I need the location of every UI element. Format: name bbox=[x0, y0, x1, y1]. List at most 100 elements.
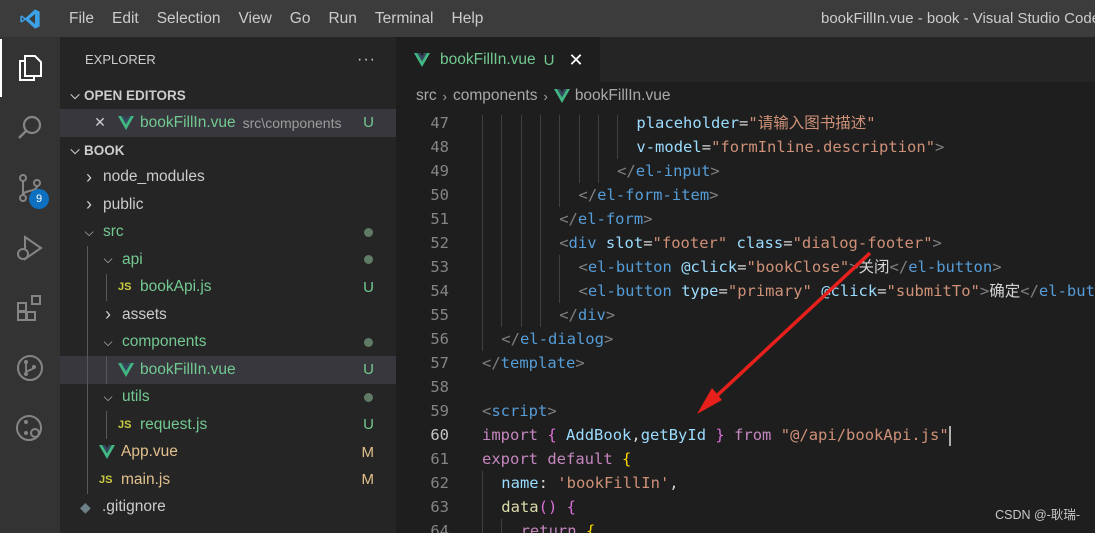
code-token: "dialog-footer" bbox=[792, 234, 933, 252]
tree-item-request-js[interactable]: JS request.js U bbox=[60, 411, 396, 439]
code-token: el-form bbox=[577, 210, 644, 228]
git-status-badge: U bbox=[363, 278, 374, 296]
code-token: </ bbox=[501, 330, 520, 348]
tree-item-utils[interactable]: ⌵ utils bbox=[60, 383, 396, 411]
code-line: 55 </div> bbox=[396, 303, 1095, 327]
menu-go[interactable]: Go bbox=[281, 0, 320, 37]
code-token: > bbox=[547, 402, 557, 420]
tree-item-api[interactable]: ⌵ api bbox=[60, 246, 396, 274]
code-token: </ bbox=[559, 210, 578, 228]
changes-dot-icon bbox=[364, 227, 373, 237]
chevron-down-icon: ⌵ bbox=[70, 142, 80, 157]
code-token: 确定 bbox=[989, 282, 1021, 300]
window-title: bookFillIn.vue - book - Visual Studio Co… bbox=[821, 10, 1095, 27]
code-token: = bbox=[783, 234, 793, 252]
code-token: v-model bbox=[636, 138, 702, 156]
breadcrumb-src[interactable]: src bbox=[416, 87, 437, 105]
code-editor[interactable]: 47 placeholder="请输入图书描述" 48 v-model="formIn… bbox=[396, 115, 1095, 533]
menu-run[interactable]: Run bbox=[319, 0, 365, 37]
line-number: 54 bbox=[430, 282, 449, 300]
menu-terminal[interactable]: Terminal bbox=[366, 0, 443, 37]
js-file-icon: JS bbox=[118, 281, 132, 294]
tree-item-assets[interactable]: › assets bbox=[60, 301, 396, 329]
open-editor-item[interactable]: ✕ bookFillIn.vue src\components U bbox=[60, 109, 396, 137]
code-token: > bbox=[643, 210, 653, 228]
tree-item-bookfillin-vue[interactable]: bookFillIn.vue U bbox=[60, 356, 396, 384]
code-token: AddBook bbox=[566, 426, 632, 444]
tab-bookfillin[interactable]: bookFillIn.vue U ✕ bbox=[396, 37, 600, 82]
chevron-right-icon: › bbox=[86, 194, 92, 215]
line-number: 52 bbox=[430, 234, 449, 252]
breadcrumb-file[interactable]: bookFillIn.vue bbox=[575, 87, 671, 105]
breadcrumb: src › components › bookFillIn.vue bbox=[396, 82, 1095, 110]
code-token: 关闭 bbox=[858, 258, 890, 276]
tree-item--gitignore[interactable]: ◆ .gitignore bbox=[60, 494, 396, 522]
code-line: 54 <el-button type="primary" @click="subm… bbox=[396, 279, 1095, 303]
code-token: > bbox=[710, 162, 720, 180]
menu-view[interactable]: View bbox=[229, 0, 280, 37]
open-editors-section[interactable]: ⌵ OPEN EDITORS bbox=[60, 82, 396, 109]
tree-item-components[interactable]: ⌵ components bbox=[60, 328, 396, 356]
code-token: 'bookFillIn' bbox=[557, 474, 670, 492]
code-token: > bbox=[603, 330, 614, 348]
tree-item-label: utils bbox=[122, 388, 150, 406]
explorer-header: EXPLORER ··· bbox=[60, 37, 396, 82]
remote-icon[interactable] bbox=[0, 399, 60, 457]
tree-item-node-modules[interactable]: › node_modules bbox=[60, 164, 396, 192]
tree-item-main-js[interactable]: JS main.js M bbox=[60, 466, 396, 494]
code-line: 49 </el-input> bbox=[396, 159, 1095, 183]
workspace-section[interactable]: ⌵ BOOK bbox=[60, 137, 396, 164]
tree-item-src[interactable]: ⌵ src bbox=[60, 219, 396, 247]
code-text: <div slot="footer" class="dialog-footer"… bbox=[559, 231, 942, 255]
code-line: 56 </el-dialog> bbox=[396, 327, 1095, 351]
breadcrumb-components[interactable]: components bbox=[453, 87, 537, 105]
extensions-icon[interactable] bbox=[0, 279, 60, 337]
tree-item-bookapi-js[interactable]: JS bookApi.js U bbox=[60, 273, 396, 301]
chevron-right-icon: › bbox=[543, 88, 548, 104]
menu-file[interactable]: File bbox=[60, 0, 103, 37]
code-line: 61 export default { bbox=[396, 447, 1095, 471]
code-line: 47 placeholder="请输入图书描述" bbox=[396, 115, 1095, 135]
vue-file-icon bbox=[99, 444, 121, 460]
menu-edit[interactable]: Edit bbox=[103, 0, 148, 37]
explorer-icon[interactable] bbox=[0, 39, 60, 97]
code-token: div bbox=[568, 234, 597, 252]
code-token: "footer" bbox=[652, 234, 728, 252]
chevron-down-icon: ⌵ bbox=[70, 88, 80, 102]
search-icon[interactable] bbox=[0, 99, 60, 157]
code-token: </ bbox=[559, 306, 578, 324]
code-text: <script> bbox=[482, 399, 557, 423]
close-icon[interactable]: ✕ bbox=[92, 114, 108, 131]
line-number: 64 bbox=[430, 522, 449, 533]
code-token: el-button bbox=[587, 282, 672, 300]
code-token: > bbox=[992, 258, 1002, 276]
code-token: { bbox=[566, 498, 576, 516]
menu-help[interactable]: Help bbox=[443, 0, 493, 37]
tree-item-label: public bbox=[103, 195, 144, 213]
code-token: { bbox=[622, 450, 632, 468]
code-token: < bbox=[559, 234, 569, 252]
tree-item-public[interactable]: › public bbox=[60, 191, 396, 219]
git-graph-icon[interactable] bbox=[0, 339, 60, 397]
more-actions-icon[interactable]: ··· bbox=[357, 51, 376, 69]
code-token: , bbox=[669, 474, 679, 492]
line-number: 56 bbox=[430, 330, 449, 348]
vscode-window: File Edit Selection View Go Run Terminal Help b… bbox=[0, 0, 1095, 533]
line-number: 62 bbox=[430, 474, 449, 492]
menu-selection[interactable]: Selection bbox=[148, 0, 230, 37]
source-control-icon[interactable]: 9 bbox=[0, 159, 60, 217]
close-icon[interactable]: ✕ bbox=[568, 50, 583, 71]
tree-item-app-vue[interactable]: App.vue M bbox=[60, 438, 396, 466]
run-debug-icon[interactable] bbox=[0, 219, 60, 277]
code-token: "formInline.description" bbox=[711, 138, 936, 156]
explorer-sidebar: EXPLORER ··· ⌵ OPEN EDITORS ✕ bookFillIn… bbox=[60, 37, 396, 533]
tree-item-label: main.js bbox=[121, 470, 171, 488]
code-token: import bbox=[482, 426, 538, 444]
code-text: </div> bbox=[559, 303, 615, 327]
tree-item-label: src bbox=[103, 223, 124, 241]
vue-file-icon bbox=[414, 53, 430, 67]
